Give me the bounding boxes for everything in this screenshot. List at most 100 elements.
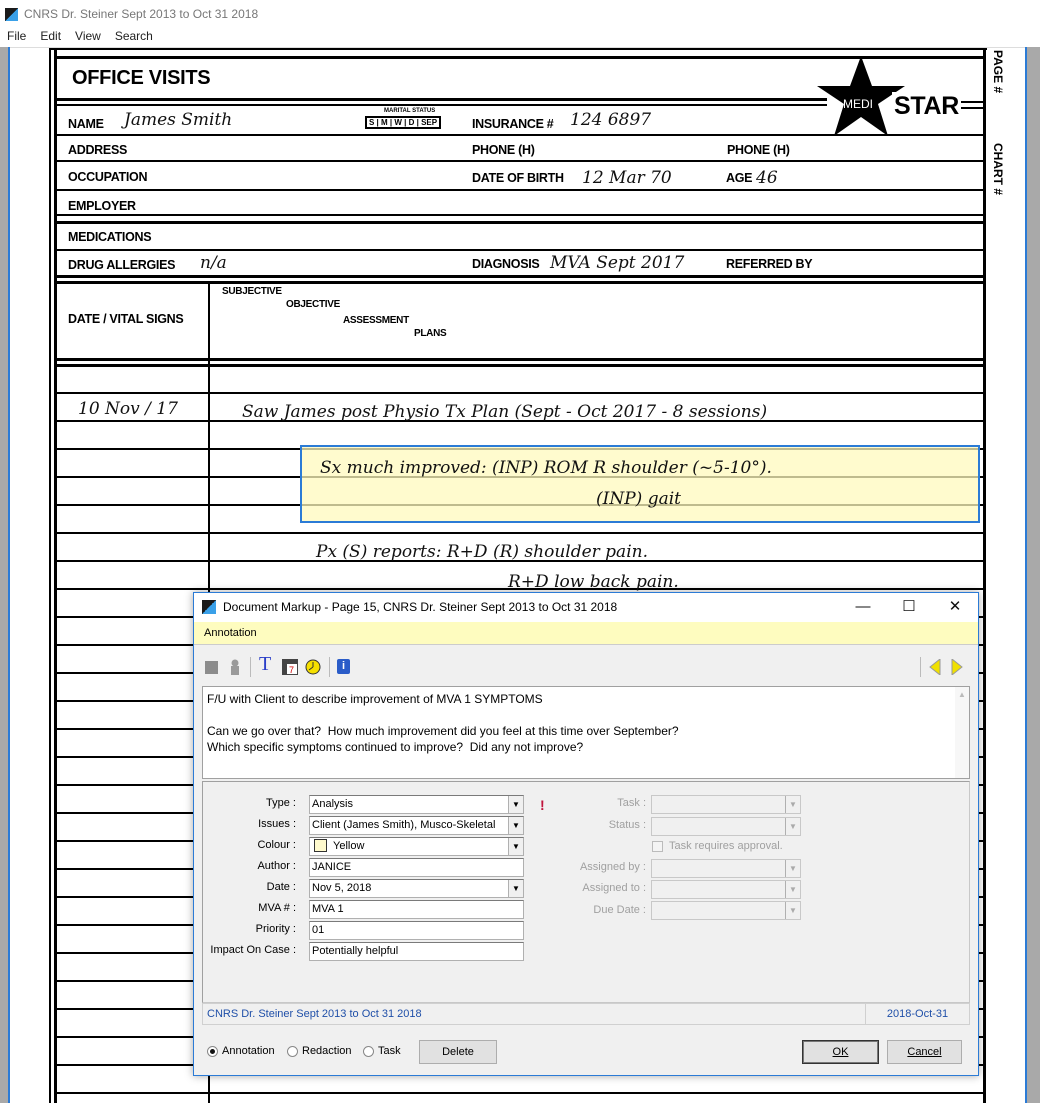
field-select-2[interactable]: Yellow ▼ — [309, 837, 524, 856]
delete-button[interactable]: Delete — [419, 1040, 497, 1064]
field-input-5[interactable]: MVA 1 — [309, 900, 524, 919]
form-title: OFFICE VISITS — [72, 67, 211, 89]
rule — [57, 249, 983, 251]
menu-view[interactable]: View — [68, 29, 108, 47]
right-scroll-gutter[interactable] — [1027, 47, 1040, 1103]
border — [983, 48, 986, 1103]
status-bar: CNRS Dr. Steiner Sept 2013 to Oct 31 201… — [202, 1003, 970, 1025]
dialog-title-bar[interactable]: Document Markup - Page 15, CNRS Dr. Stei… — [194, 593, 978, 622]
dialog-app-icon — [202, 600, 216, 614]
field-value: Nov 5, 2018 — [312, 882, 372, 894]
field-label: Author : — [257, 860, 296, 872]
handwritten-insurance: 124 6897 — [570, 110, 652, 130]
task-approval-checkbox — [652, 841, 663, 852]
marital-status-label: MARITAL STATUS — [384, 108, 436, 114]
diagnosis-label: DIAGNOSIS — [472, 257, 540, 271]
field-input-6[interactable]: 01 — [309, 921, 524, 940]
toolbar-separator — [329, 657, 330, 677]
chevron-down-icon[interactable]: ▼ — [508, 817, 523, 834]
assigned-to-select: ▼ — [651, 880, 801, 899]
phone-label-2: PHONE (H) — [727, 143, 790, 157]
ok-button[interactable]: OK — [802, 1040, 879, 1064]
field-select-0[interactable]: Analysis ▼ — [309, 795, 524, 814]
field-value: Analysis — [312, 798, 353, 810]
radio-annotation[interactable]: Annotation — [207, 1045, 275, 1057]
right-border — [1025, 47, 1027, 1103]
field-value: Yellow — [333, 840, 365, 852]
rule — [57, 275, 983, 278]
field-input-3[interactable]: JANICE — [309, 858, 524, 877]
referred-by-label: REFERRED BY — [726, 257, 813, 271]
rule — [57, 281, 983, 284]
highlight-annotation[interactable] — [300, 445, 980, 523]
minimize-button[interactable]: — — [848, 597, 878, 617]
handwritten-dob: 12 Mar 70 — [582, 168, 672, 188]
field-value: MVA 1 — [312, 903, 344, 915]
menu-file[interactable]: File — [0, 29, 33, 47]
menu-edit[interactable]: Edit — [33, 29, 68, 47]
rule — [57, 98, 827, 101]
task-approval-label: Task requires approval. — [669, 840, 783, 852]
field-value: JANICE — [312, 861, 352, 873]
app-title-bar: CNRS Dr. Steiner Sept 2013 to Oct 31 201… — [0, 0, 1040, 30]
field-input-7[interactable]: Potentially helpful — [309, 942, 524, 961]
field-label: Colour : — [257, 839, 296, 851]
menu-search[interactable]: Search — [108, 29, 160, 47]
cancel-button[interactable]: Cancel — [887, 1040, 962, 1064]
rule — [57, 189, 983, 191]
stop-icon[interactable] — [205, 661, 218, 674]
text-icon[interactable]: T — [259, 653, 271, 676]
dob-label: DATE OF BIRTH — [472, 171, 564, 185]
clock-icon[interactable] — [305, 659, 321, 675]
menu-annotation[interactable]: Annotation — [204, 627, 257, 639]
chevron-down-icon[interactable]: ▼ — [508, 796, 523, 813]
rule — [57, 104, 827, 106]
app-icon — [5, 8, 18, 21]
plans-label: PLANS — [414, 328, 447, 339]
annotation-text-area[interactable]: F/U with Client to describe improvement … — [202, 686, 970, 779]
status-date: 2018-Oct-31 — [865, 1004, 969, 1024]
radio-redaction[interactable]: Redaction — [287, 1045, 352, 1057]
field-label: MVA # : — [258, 902, 296, 914]
age-label: AGE — [726, 171, 753, 185]
due-date-label: Due Date : — [593, 904, 646, 916]
rule — [57, 214, 983, 216]
chevron-down-icon[interactable]: ▼ — [508, 880, 523, 897]
handwritten-note-line: Saw James post Physio Tx Plan (Sept - Oc… — [242, 402, 768, 422]
info-icon[interactable]: i — [337, 659, 350, 674]
row-rule — [57, 392, 983, 394]
dialog-title: Document Markup - Page 15, CNRS Dr. Stei… — [223, 600, 618, 614]
radio-circle[interactable] — [207, 1045, 218, 1057]
logo-medi: MEDI — [843, 97, 873, 111]
field-label: Priority : — [255, 923, 296, 935]
annotation-text: F/U with Client to describe improvement … — [207, 692, 679, 754]
row-rule — [57, 1092, 983, 1094]
medications-label: MEDICATIONS — [68, 230, 152, 244]
rule — [57, 160, 983, 162]
field-select-1[interactable]: Client (James Smith), Musco-Skeletal ▼ — [309, 816, 524, 835]
assigned-by-select: ▼ — [651, 859, 801, 878]
field-value: 01 — [312, 924, 325, 936]
handwritten-diagnosis: MVA Sept 2017 — [550, 253, 685, 273]
chevron-down-icon[interactable]: ▼ — [508, 838, 523, 855]
handwritten-allergies: n/a — [200, 253, 227, 273]
radio-circle[interactable] — [363, 1045, 374, 1057]
user-icon[interactable] — [228, 659, 242, 675]
radio-task[interactable]: Task — [363, 1045, 401, 1057]
left-scroll-gutter — [0, 47, 8, 1103]
phone-label: PHONE (H) — [472, 143, 535, 157]
field-select-4[interactable]: Nov 5, 2018 ▼ — [309, 879, 524, 898]
calendar-icon[interactable]: 7 — [282, 659, 298, 675]
prev-icon[interactable] — [929, 659, 941, 675]
radio-circle[interactable] — [287, 1045, 298, 1057]
next-icon[interactable] — [951, 659, 963, 675]
close-button[interactable]: ✕ — [940, 597, 970, 617]
maximize-button[interactable]: ☐ — [894, 597, 924, 617]
field-label: Date : — [266, 881, 296, 893]
handwritten-visit-date: 10 Nov / 17 — [78, 399, 178, 419]
status-label: Status : — [608, 819, 646, 831]
radio-label: Redaction — [302, 1045, 352, 1057]
border — [49, 48, 51, 1103]
handwritten-age: 46 — [756, 168, 778, 188]
scrollbar[interactable]: ▲ — [955, 687, 969, 778]
